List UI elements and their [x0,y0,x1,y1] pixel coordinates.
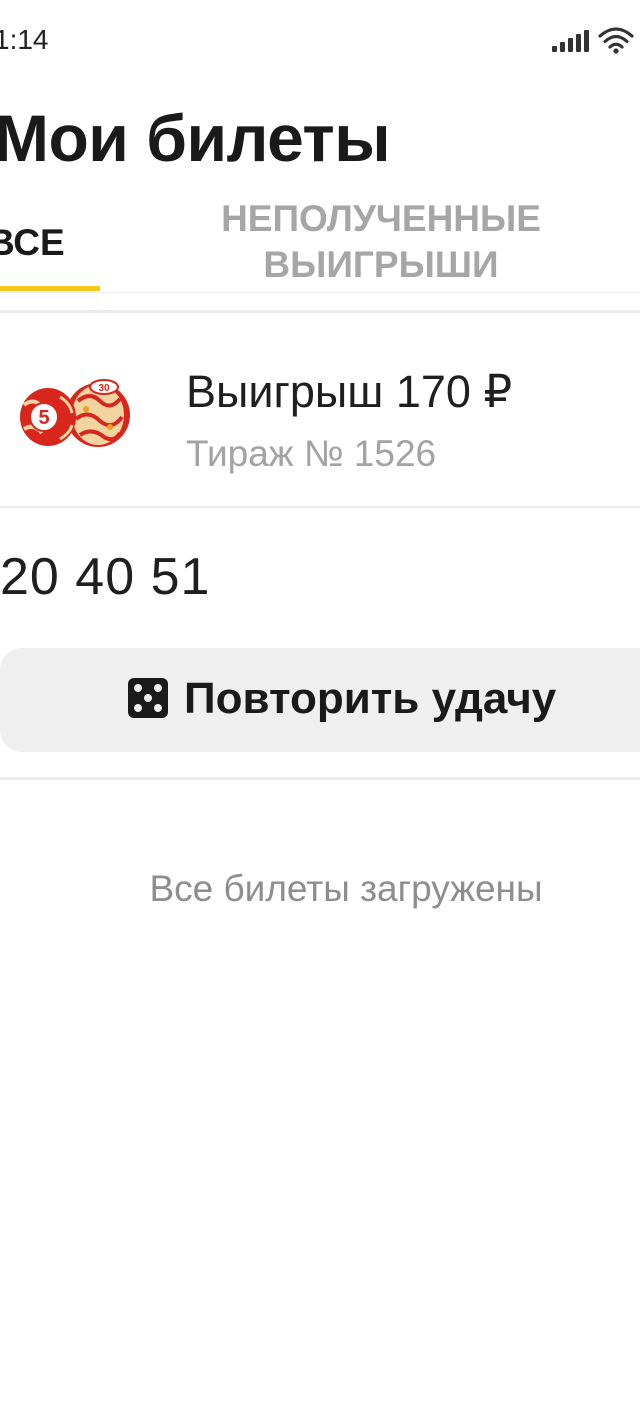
tab-all[interactable]: ВСЕ [0,222,65,264]
tab-unreceived-winnings[interactable]: НЕПОЛУЧЕННЫЕ ВЫИГРЫШИ [205,196,557,288]
status-time: 1:14 [0,24,49,55]
svg-text:30: 30 [98,383,110,394]
svg-text:5: 5 [38,407,49,429]
all-tickets-loaded-text: Все билеты загружены [149,868,543,909]
tabs-divider [0,292,640,293]
draw-number: Тираж № 1526 [186,433,437,474]
win-amount: Выигрыш 170 ₽ [186,366,513,417]
ticket-numbers: 20 40 51 [0,548,211,606]
status-bar: 1:14 [0,0,640,80]
screen: 1:14 Мои билеты ВСЕ НЕПОЛУЧЕННЫЕ ВЫИГРЫШ… [0,0,640,1423]
signal-icon [552,30,589,52]
page-title: Мои билеты [0,101,391,175]
wifi-icon [598,27,634,54]
repeat-luck-button[interactable]: Повторить удачу [0,648,640,752]
active-tab-indicator [0,286,100,291]
ticket-card[interactable]: 30 5 Выигрыш 170 ₽ Тираж № 1526 20 40 51 [0,310,640,780]
lotto-barrels-icon: 30 5 [20,379,130,447]
repeat-luck-label: Повторить удачу [184,674,557,723]
card-divider [0,506,640,508]
dice-icon [128,678,168,718]
